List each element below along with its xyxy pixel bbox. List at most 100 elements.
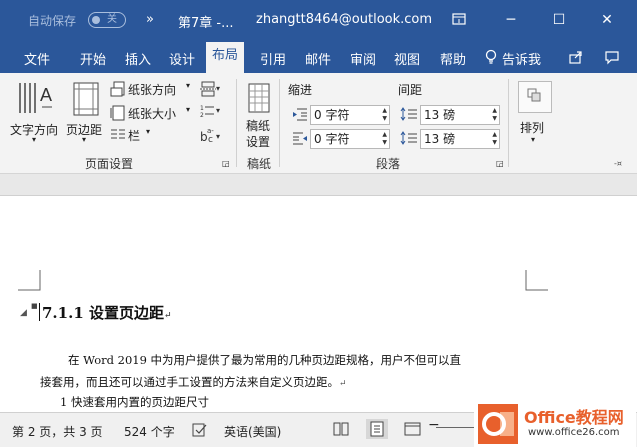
arrange-dropdown-icon[interactable]: ▾ xyxy=(531,135,535,144)
spacing-after-value: 13 磅 xyxy=(424,132,456,146)
document-canvas-strip xyxy=(0,174,637,196)
spacing-header: 间距 xyxy=(398,83,423,97)
collapse-heading-icon[interactable]: ◢ xyxy=(20,308,27,318)
margins-dropdown-icon[interactable]: ▾ xyxy=(82,135,86,144)
text-direction-dropdown-icon[interactable]: ▾ xyxy=(32,135,36,144)
spin-arrows-icon[interactable]: ▲ ▼ xyxy=(492,107,497,123)
tab-mailings[interactable]: 邮件 xyxy=(305,49,331,68)
heading-return-mark: ↵ xyxy=(163,311,172,321)
ribbon-display-icon[interactable] xyxy=(446,8,472,32)
hyphenation-icon[interactable]: b a-c ▾ xyxy=(200,127,222,143)
paragraph-line-2[interactable]: 接套用，而且还可以通过手工设置的方法来自定义页边距。↵ xyxy=(40,374,347,390)
tab-file[interactable]: 文件 xyxy=(24,49,50,68)
tab-home[interactable]: 开始 xyxy=(80,49,106,68)
web-layout-icon[interactable] xyxy=(404,420,422,438)
autosave-label: 自动保存 xyxy=(28,14,77,28)
orientation-icon[interactable] xyxy=(110,81,126,97)
indent-left-input[interactable]: 0 字符 ▲ ▼ xyxy=(310,105,390,125)
orientation-button[interactable]: 纸张方向 xyxy=(128,81,176,98)
group-divider xyxy=(508,79,509,167)
autosave-toggle[interactable]: 关 xyxy=(88,12,126,28)
line-numbers-icon[interactable]: 1 2 ▾ xyxy=(200,103,222,119)
indent-right-icon xyxy=(292,131,308,145)
svg-text:a-: a- xyxy=(207,127,214,135)
proofing-icon[interactable] xyxy=(192,423,208,437)
document-title: 第7章 -... xyxy=(178,16,234,31)
spacing-before-input[interactable]: 13 磅 ▲ ▼ xyxy=(420,105,500,125)
qat-more-button[interactable]: » xyxy=(146,12,154,27)
page-setup-group-label: 页面设置 xyxy=(85,157,134,171)
page-setup-launcher-icon[interactable]: ◲ xyxy=(222,159,230,168)
columns-icon[interactable] xyxy=(110,127,126,141)
svg-text:c: c xyxy=(208,135,213,143)
spin-arrows-icon[interactable]: ▲ ▼ xyxy=(492,131,497,147)
arrange-label[interactable]: 排列 xyxy=(520,119,544,136)
paper-size-icon[interactable] xyxy=(110,105,126,121)
group-divider xyxy=(279,79,280,167)
comments-icon[interactable] xyxy=(604,49,620,65)
tab-help[interactable]: 帮助 xyxy=(440,49,466,68)
spin-arrows-icon[interactable]: ▲ ▼ xyxy=(382,107,387,123)
tab-design[interactable]: 设计 xyxy=(169,49,195,68)
maximize-button[interactable]: ☐ xyxy=(546,8,572,32)
word-count[interactable]: 524 个字 xyxy=(124,423,175,440)
heading-text: 7.1.1 设置页边距 xyxy=(42,304,164,322)
spin-arrows-icon[interactable]: ▲ ▼ xyxy=(382,131,387,147)
svg-text:2: 2 xyxy=(200,112,204,119)
paper-size-dropdown-icon[interactable]: ▾ xyxy=(186,105,190,114)
spacing-before-icon xyxy=(400,107,418,121)
language-indicator[interactable]: 英语(美国) xyxy=(224,423,281,440)
tab-references[interactable]: 引用 xyxy=(260,49,286,68)
paragraph-launcher-icon[interactable]: ◲ xyxy=(496,159,504,168)
columns-dropdown-icon[interactable]: ▾ xyxy=(146,127,150,136)
tab-insert[interactable]: 插入 xyxy=(125,49,151,68)
indent-left-icon xyxy=(292,107,308,121)
tab-layout[interactable]: 布局 xyxy=(206,42,245,73)
page-count[interactable]: 第 2 页，共 3 页 xyxy=(12,423,103,440)
collapse-ribbon-icon[interactable]: -¤ xyxy=(614,159,622,168)
indent-right-value: 0 字符 xyxy=(314,132,350,146)
paragraph-return-mark: ↵ xyxy=(339,379,347,389)
paper-size-button[interactable]: 纸张大小 xyxy=(128,105,176,122)
close-button[interactable]: ✕ xyxy=(594,8,620,32)
spacing-after-input[interactable]: 13 磅 ▲ ▼ xyxy=(420,129,500,149)
svg-text:1: 1 xyxy=(200,105,204,112)
status-bar: 第 2 页，共 3 页 524 个字 英语(美国) − Office教程网 ww… xyxy=(0,401,637,447)
text-direction-icon[interactable]: A xyxy=(16,79,56,119)
watermark-brand: Office教程网 xyxy=(524,408,624,427)
list-item[interactable]: 1 快速套用内置的页边距尺寸 xyxy=(60,394,209,410)
indent-right-input[interactable]: 0 字符 ▲ ▼ xyxy=(310,129,390,149)
autosave-state: 关 xyxy=(107,14,117,25)
tab-view[interactable]: 视图 xyxy=(394,49,420,68)
paragraph-line-2-text: 接套用，而且还可以通过手工设置的方法来自定义页边距。 xyxy=(40,375,339,389)
draft-group-label: 稿纸 xyxy=(247,157,272,171)
margins-icon[interactable] xyxy=(72,81,100,117)
account-name[interactable]: zhangtt8464@outlook.com xyxy=(256,12,432,27)
svg-text:▾: ▾ xyxy=(216,84,220,93)
columns-button[interactable]: 栏 xyxy=(128,127,140,144)
read-mode-icon[interactable] xyxy=(332,420,350,438)
draft-paper-label-line1[interactable]: 稿纸 xyxy=(246,117,270,134)
share-icon[interactable] xyxy=(568,49,584,65)
breaks-icon[interactable]: ▾ xyxy=(200,81,222,97)
toggle-knob xyxy=(92,16,100,24)
document-page[interactable]: ◢ ■ 7.1.1 设置页边距↵ 在 Word 2019 中为用户提供了最为常用… xyxy=(0,196,637,412)
text-cursor xyxy=(39,303,40,321)
watermark-url: www.office26.com xyxy=(528,427,620,438)
tab-review[interactable]: 审阅 xyxy=(350,49,376,68)
spacing-before-value: 13 磅 xyxy=(424,108,456,122)
paragraph-line-1[interactable]: 在 Word 2019 中为用户提供了最为常用的几种页边距规格，用户不但可以直 xyxy=(68,352,461,368)
zoom-out-icon[interactable]: − xyxy=(428,417,440,433)
indent-left-value: 0 字符 xyxy=(314,108,350,122)
arrange-icon[interactable] xyxy=(518,81,552,113)
indent-header: 缩进 xyxy=(288,83,313,97)
draft-paper-icon[interactable] xyxy=(248,83,270,113)
document-heading[interactable]: 7.1.1 设置页边距↵ xyxy=(42,302,172,323)
draft-paper-label-line2[interactable]: 设置 xyxy=(246,133,270,150)
orientation-dropdown-icon[interactable]: ▾ xyxy=(186,81,190,90)
print-layout-icon[interactable] xyxy=(366,419,388,439)
minimize-button[interactable]: ─ xyxy=(498,8,524,32)
tell-me-search[interactable]: 告诉我 xyxy=(502,49,541,68)
svg-text:▾: ▾ xyxy=(216,106,220,115)
watermark-logo: Office教程网 www.office26.com xyxy=(474,401,636,447)
